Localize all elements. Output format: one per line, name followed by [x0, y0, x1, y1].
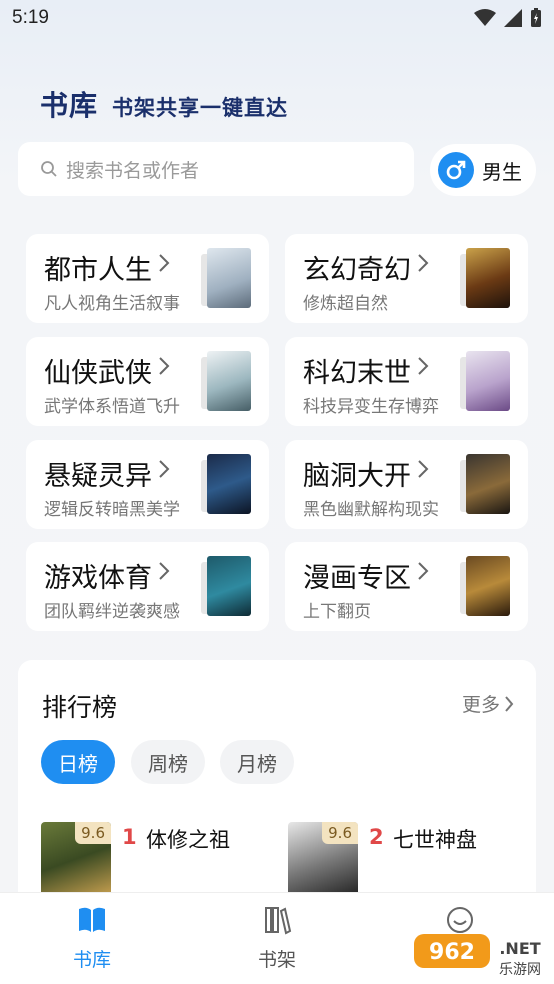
category-subtitle: 科技异变生存博弈	[303, 397, 439, 417]
category-cover-stack	[195, 454, 251, 516]
page-slogan: 书架共享一键直达	[112, 96, 289, 120]
chevron-right-icon	[159, 562, 170, 580]
book-cover-image	[466, 351, 510, 411]
male-icon	[438, 152, 474, 188]
category-cover-stack	[195, 351, 251, 413]
category-cover-stack	[195, 248, 251, 310]
status-icons	[474, 8, 542, 28]
category-card-xianxia[interactable]: 仙侠武侠 武学体系悟道飞升	[26, 337, 269, 426]
ranking-more-link[interactable]: 更多	[462, 690, 514, 717]
category-subtitle: 团队羁绊逆袭爽感	[44, 602, 180, 622]
search-input[interactable]: 搜索书名或作者	[18, 142, 414, 196]
category-title: 玄幻奇幻	[303, 255, 411, 286]
smiley-icon	[447, 907, 473, 933]
book-score: 9.6	[75, 822, 111, 844]
chevron-right-icon	[505, 695, 514, 712]
category-card-scifi[interactable]: 科幻末世 科技异变生存博弈	[285, 337, 528, 426]
book-score: 9.6	[322, 822, 358, 844]
tab-weekly[interactable]: 周榜	[131, 740, 205, 784]
book-cover-image: 9.6	[41, 822, 111, 896]
tab-daily[interactable]: 日榜	[41, 740, 115, 784]
gender-label: 男生	[482, 159, 522, 184]
book-cover-image	[466, 556, 510, 616]
book-cover-image	[207, 454, 251, 514]
category-cover-stack	[454, 248, 510, 310]
nav-label: 书库	[72, 949, 111, 971]
book-title: 七世神盘	[393, 828, 477, 852]
book-cover-image	[466, 454, 510, 514]
nav-label: 书架	[257, 949, 296, 971]
category-card-brainstorm[interactable]: 脑洞大开 黑色幽默解构现实	[285, 440, 528, 529]
category-title: 游戏体育	[44, 563, 152, 594]
book-cover-image	[207, 556, 251, 616]
book-cover-image: 9.6	[288, 822, 358, 896]
svg-text:.NET: .NET	[499, 939, 540, 958]
page-header: 书库 书架共享一键直达	[40, 84, 288, 124]
book-cover-image	[207, 248, 251, 308]
category-title: 都市人生	[44, 255, 152, 286]
category-title: 脑洞大开	[303, 461, 411, 492]
svg-text:乐游网: 乐游网	[499, 962, 541, 978]
category-title: 仙侠武侠	[44, 358, 152, 389]
category-card-gaming-sports[interactable]: 游戏体育 团队羁绊逆袭爽感	[26, 542, 269, 631]
chevron-right-icon	[159, 254, 170, 272]
status-bar: 5:19	[0, 0, 554, 38]
book-rank-number: 2	[369, 825, 384, 849]
category-cover-stack	[195, 556, 251, 618]
category-card-fantasy[interactable]: 玄幻奇幻 修炼超自然	[285, 234, 528, 323]
category-title: 科幻末世	[303, 358, 411, 389]
category-card-urban[interactable]: 都市人生 凡人视角生活叙事	[26, 234, 269, 323]
gender-toggle-button[interactable]: 男生	[430, 144, 536, 196]
nav-item-library[interactable]: 书库	[52, 905, 132, 972]
book-rank-number: 1	[122, 825, 137, 849]
nav-item-bookshelf[interactable]: 书架	[237, 905, 317, 972]
chevron-right-icon	[418, 357, 429, 375]
search-placeholder: 搜索书名或作者	[66, 159, 200, 182]
category-card-comics[interactable]: 漫画专区 上下翻页	[285, 542, 528, 631]
watermark-logo: 962 .NET 乐游网	[414, 932, 550, 982]
category-subtitle: 武学体系悟道飞升	[44, 397, 180, 417]
chevron-right-icon	[418, 254, 429, 272]
tab-monthly[interactable]: 月榜	[220, 740, 294, 784]
category-cover-stack	[454, 556, 510, 618]
category-subtitle: 凡人视角生活叙事	[44, 294, 180, 314]
book-title: 体修之祖	[146, 828, 230, 852]
chevron-right-icon	[159, 460, 170, 478]
category-cover-stack	[454, 454, 510, 516]
chevron-right-icon	[418, 460, 429, 478]
category-subtitle: 上下翻页	[303, 602, 371, 622]
chevron-right-icon	[159, 357, 170, 375]
more-label: 更多	[461, 694, 500, 716]
category-title: 漫画专区	[303, 563, 411, 594]
wifi-icon	[474, 9, 496, 26]
bottom-nav: 书库 书架 962 .NET 乐游网	[0, 892, 554, 984]
category-subtitle: 黑色幽默解构现实	[303, 500, 439, 520]
category-cover-stack	[454, 351, 510, 413]
signal-icon	[504, 9, 522, 27]
tab-label: 月榜	[237, 751, 277, 776]
battery-icon	[531, 8, 541, 27]
tab-label: 日榜	[58, 751, 98, 776]
svg-text:962: 962	[429, 940, 475, 965]
category-card-mystery[interactable]: 悬疑灵异 逻辑反转暗黑美学	[26, 440, 269, 529]
page-title: 书库	[40, 89, 99, 122]
chevron-right-icon	[418, 562, 429, 580]
book-cover-image	[466, 248, 510, 308]
ranking-title: 排行榜	[42, 693, 118, 722]
search-icon	[41, 161, 57, 177]
book-open-icon	[79, 907, 105, 932]
category-subtitle: 修炼超自然	[303, 294, 388, 314]
category-title: 悬疑灵异	[44, 461, 152, 492]
tab-label: 周榜	[148, 751, 188, 776]
status-time: 5:19	[12, 7, 49, 28]
book-cover-image	[207, 351, 251, 411]
category-subtitle: 逻辑反转暗黑美学	[44, 500, 180, 520]
bookshelf-icon	[265, 907, 292, 935]
